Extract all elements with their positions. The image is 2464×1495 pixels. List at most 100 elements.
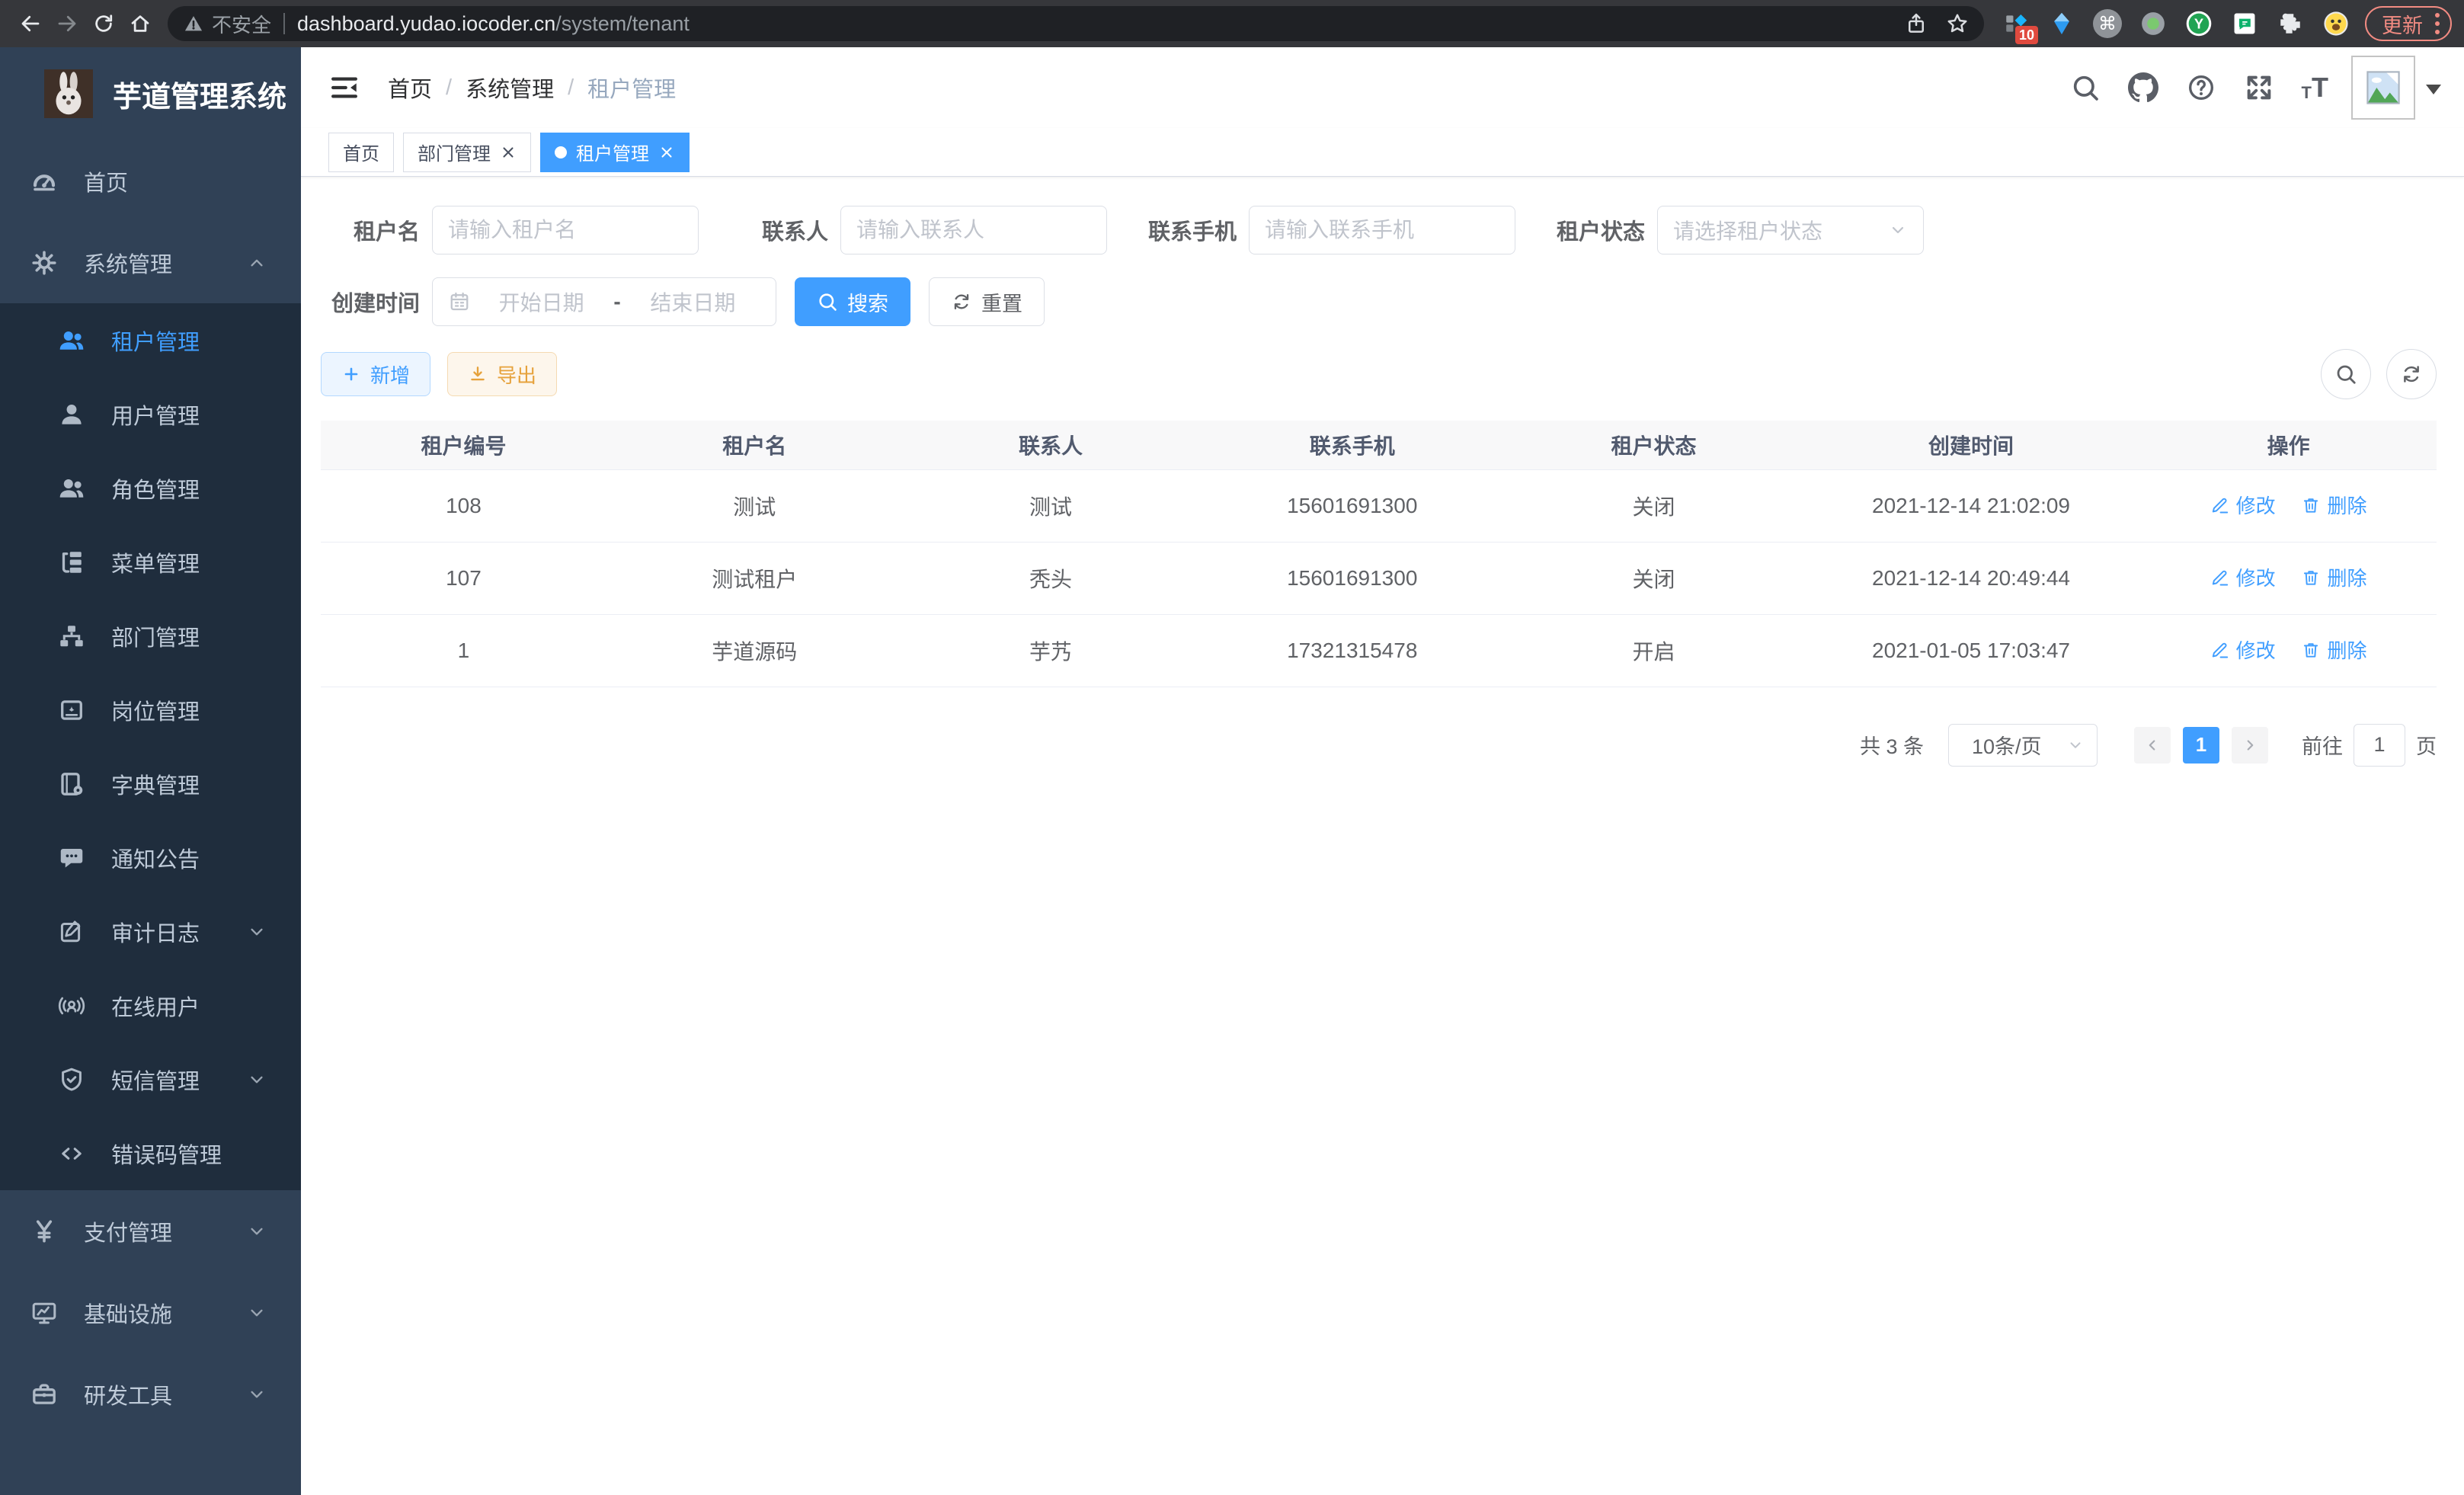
extension-command-icon[interactable]: ⌘ [2088,5,2126,43]
sidebar-item-role[interactable]: 角色管理 [0,451,301,525]
sidebar-item-online-user[interactable]: 在线用户 [0,968,301,1042]
date-range-picker[interactable]: 开始日期 - 结束日期 [432,277,776,326]
status-select[interactable]: 请选择租户状态 [1657,206,1924,255]
help-icon[interactable] [2186,72,2216,103]
tag-tab-home[interactable]: 首页 [328,133,394,172]
browser-reload-button[interactable] [85,5,122,42]
sidebar-item-notice[interactable]: 通知公告 [0,821,301,895]
sidebar-item-tenant[interactable]: 租户管理 [0,303,301,377]
table-row: 1 芋道源码 芋艿 17321315478 开启 2021-01-05 17:0… [321,614,2437,687]
export-button[interactable]: 导出 [447,352,557,396]
page-size-select[interactable]: 10条/页 [1948,724,2098,767]
profile-avatar-icon[interactable] [2317,5,2355,43]
column-header-id: 租户编号 [321,421,606,469]
chevron-down-icon [246,921,267,943]
close-icon[interactable] [658,144,675,161]
edit-pen-icon [2210,495,2230,515]
breadcrumb-home[interactable]: 首页 [388,72,432,104]
browser-back-button[interactable] [12,5,49,42]
main-area: 首页 / 系统管理 / 租户管理 TT 首页 [301,47,2464,1495]
online-user-icon [58,992,85,1020]
end-date-placeholder[interactable]: 结束日期 [626,287,760,317]
update-label: 更新 [2382,9,2423,39]
sidebar-item-error-code[interactable]: 错误码管理 [0,1116,301,1190]
refresh-table-button[interactable] [2386,349,2437,399]
fullscreen-icon[interactable] [2244,72,2274,103]
user-avatar[interactable] [2351,56,2415,120]
sidebar-item-pay[interactable]: 支付管理 [0,1190,301,1272]
delete-link[interactable]: 删除 [2301,635,2366,664]
start-date-placeholder[interactable]: 开始日期 [474,287,609,317]
url-bar[interactable]: 不安全 dashboard.yudao.iocoder.cn/system/te… [168,6,1984,41]
reset-button[interactable]: 重置 [929,277,1045,326]
sidebar-item-dept[interactable]: 部门管理 [0,599,301,673]
download-icon [468,364,488,384]
add-button[interactable]: 新增 [321,352,430,396]
bookmark-star-icon[interactable] [1946,12,1969,35]
cell-actions: 修改 删除 [2140,614,2437,687]
sidebar-collapse-icon[interactable] [328,72,360,104]
refresh-icon [951,291,972,312]
sidebar-item-dict[interactable]: 字典管理 [0,747,301,821]
prev-page-button[interactable] [2134,727,2171,764]
tag-tab-tenant[interactable]: 租户管理 [540,133,690,172]
sidebar-item-post[interactable]: 岗位管理 [0,673,301,747]
extension-y-icon[interactable] [2180,5,2218,43]
sidebar-item-devtool[interactable]: 研发工具 [0,1353,301,1435]
next-page-button[interactable] [2232,727,2268,764]
extension-kite-icon[interactable] [2043,5,2081,43]
tag-tab-dept[interactable]: 部门管理 [403,133,531,172]
edit-link[interactable]: 修改 [2210,635,2276,664]
cell-contact: 芋艿 [903,614,1199,687]
extension-recorder-icon[interactable] [2134,5,2172,43]
share-icon[interactable] [1905,12,1928,35]
extensions-puzzle-button[interactable] [2271,5,2309,43]
extension-workspaces-icon[interactable]: 10 [1997,5,2035,43]
audit-log-icon [58,918,85,946]
edit-link[interactable]: 修改 [2210,563,2276,591]
sidebar-item-user[interactable]: 用户管理 [0,377,301,451]
url-path: /system/tenant [555,12,690,35]
yen-icon [30,1218,58,1245]
toggle-search-button[interactable] [2321,349,2371,399]
toolbox-icon [30,1381,58,1408]
security-label[interactable]: 不安全 [212,10,271,38]
omnibox-divider [283,13,285,34]
tenant-users-icon [58,327,85,354]
search-button[interactable]: 搜索 [795,277,910,326]
mobile-input[interactable] [1249,206,1515,255]
font-size-icon[interactable]: TT [2302,74,2328,101]
breadcrumb-system[interactable]: 系统管理 [466,72,554,104]
edit-link[interactable]: 修改 [2210,491,2276,519]
url-text[interactable]: dashboard.yudao.iocoder.cn/system/tenant [297,12,690,36]
browser-forward-button[interactable] [49,5,85,42]
contact-label: 联系人 [729,214,840,246]
close-icon[interactable] [500,144,517,161]
avatar-dropdown-caret-icon[interactable] [2426,85,2441,102]
goto-page-input[interactable] [2354,724,2405,767]
cell-id: 107 [321,542,606,614]
back-icon [19,12,42,35]
contact-input[interactable] [840,206,1107,255]
browser-update-button[interactable]: 更新 [2365,6,2452,41]
delete-link[interactable]: 删除 [2301,491,2366,519]
sidebar-item-menu[interactable]: 菜单管理 [0,525,301,599]
app-logo: 芋道管理系统 [0,47,301,140]
header-search-icon[interactable] [2070,72,2101,103]
logo-image [44,69,93,118]
sidebar-item-home[interactable]: 首页 [0,140,301,222]
column-header-actions: 操作 [2140,421,2437,469]
extension-chat-icon[interactable] [2226,5,2264,43]
tenant-name-input[interactable] [432,206,699,255]
page-number-button[interactable]: 1 [2183,727,2219,764]
sidebar-item-sms[interactable]: 短信管理 [0,1042,301,1116]
browser-menu-dots-icon[interactable] [2435,13,2440,34]
goto-label: 前往 [2302,730,2343,760]
sidebar-item-audit-log[interactable]: 审计日志 [0,895,301,968]
tenant-table: 租户编号 租户名 联系人 联系手机 租户状态 创建时间 操作 108 测试 测试 [321,421,2437,687]
sidebar-item-system[interactable]: 系统管理 [0,222,301,303]
github-icon[interactable] [2128,72,2158,103]
delete-link[interactable]: 删除 [2301,563,2366,591]
sidebar-item-infra[interactable]: 基础设施 [0,1272,301,1353]
browser-home-button[interactable] [122,5,158,42]
